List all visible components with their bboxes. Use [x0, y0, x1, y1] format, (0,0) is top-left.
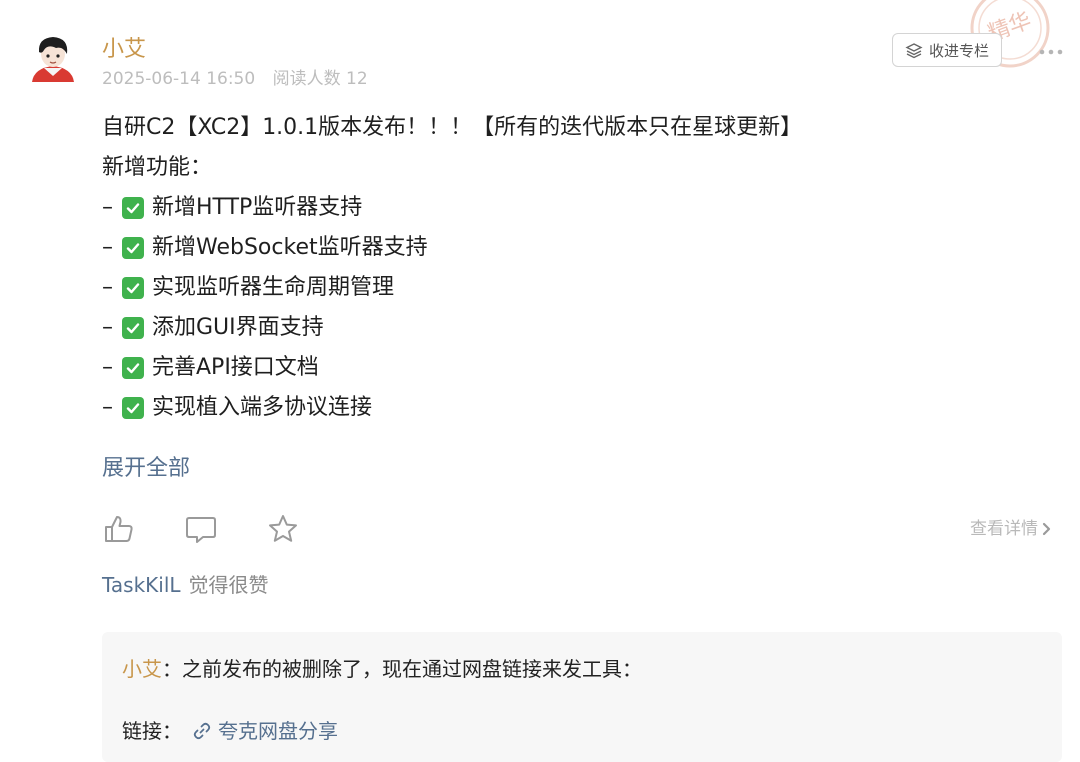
- feature-item: – 新增WebSocket监听器支持: [102, 228, 1002, 268]
- star-icon[interactable]: [266, 512, 300, 546]
- link-icon: [193, 722, 211, 740]
- feature-text: 新增HTTP监听器支持: [152, 195, 363, 220]
- share-link-text: 夸克网盘分享: [218, 719, 338, 743]
- check-icon: [122, 317, 144, 339]
- feature-item: – 新增HTTP监听器支持: [102, 188, 1002, 228]
- like-icon[interactable]: [102, 512, 136, 546]
- feature-item: – 完善API接口文档: [102, 348, 1002, 388]
- view-details-label: 查看详情: [970, 519, 1038, 539]
- expand-all-link[interactable]: 展开全部: [102, 452, 190, 486]
- list-dash: –: [102, 275, 113, 300]
- comment-box: 小艾：之前发布的被删除了，现在通过网盘链接来发工具： 链接： 夸克网盘分享: [102, 632, 1062, 762]
- feature-text: 完善API接口文档: [152, 355, 319, 380]
- collect-to-column-button[interactable]: 收进专栏: [892, 33, 1002, 67]
- share-link[interactable]: 夸克网盘分享: [192, 716, 338, 746]
- comment-line: 小艾：之前发布的被删除了，现在通过网盘链接来发工具：: [122, 654, 642, 684]
- list-dash: –: [102, 315, 113, 340]
- feature-text: 实现植入端多协议连接: [152, 395, 373, 420]
- check-icon: [122, 237, 144, 259]
- list-dash: –: [102, 395, 113, 420]
- post-meta: 2025-06-14 16:50 阅读人数 12: [102, 68, 368, 90]
- link-prefix: 链接：: [122, 719, 182, 743]
- feature-text: 实现监听器生命周期管理: [152, 275, 395, 300]
- post-title: 自研C2【XC2】1.0.1版本发布！！！【所有的迭代版本只在星球更新】: [102, 115, 803, 140]
- comment-author[interactable]: 小艾: [122, 657, 162, 681]
- check-icon: [122, 277, 144, 299]
- features-heading: 新增功能：: [102, 155, 213, 180]
- list-dash: –: [102, 195, 113, 220]
- check-icon: [122, 397, 144, 419]
- feature-item: – 实现植入端多协议连接: [102, 388, 1002, 428]
- avatar[interactable]: [28, 32, 78, 82]
- list-dash: –: [102, 235, 113, 260]
- check-icon: [122, 357, 144, 379]
- feature-text: 添加GUI界面支持: [152, 315, 324, 340]
- more-icon[interactable]: [1038, 44, 1064, 60]
- liker-name[interactable]: TaskKilL: [102, 573, 181, 597]
- comment-text: 之前发布的被删除了，现在通过网盘链接来发工具：: [182, 657, 642, 681]
- list-dash: –: [102, 355, 113, 380]
- comment-link-line: 链接： 夸克网盘分享: [122, 716, 338, 746]
- stack-icon: [905, 43, 923, 59]
- collect-label: 收进专栏: [928, 41, 989, 60]
- action-bar: [102, 512, 300, 546]
- feature-item: – 实现监听器生命周期管理: [102, 268, 1002, 308]
- comment-separator: ：: [162, 657, 182, 681]
- view-details-link[interactable]: 查看详情: [970, 516, 1053, 542]
- check-icon: [122, 197, 144, 219]
- likes-line: TaskKilL 觉得很赞: [102, 570, 269, 600]
- likes-text: 觉得很赞: [188, 573, 269, 597]
- read-count: 阅读人数 12: [272, 69, 368, 89]
- post-date: 2025-06-14 16:50: [102, 69, 256, 89]
- feature-item: – 添加GUI界面支持: [102, 308, 1002, 348]
- comment-icon[interactable]: [184, 512, 218, 546]
- chevron-right-icon: [1042, 522, 1051, 536]
- feature-list: – 新增HTTP监听器支持 – 新增WebSocket监听器支持 – 实现监听器生命周期管…: [102, 188, 1002, 428]
- post-content: 自研C2【XC2】1.0.1版本发布！！！【所有的迭代版本只在星球更新】 新增功…: [102, 108, 1002, 428]
- feature-text: 新增WebSocket监听器支持: [152, 235, 428, 260]
- author-name[interactable]: 小艾: [102, 36, 146, 64]
